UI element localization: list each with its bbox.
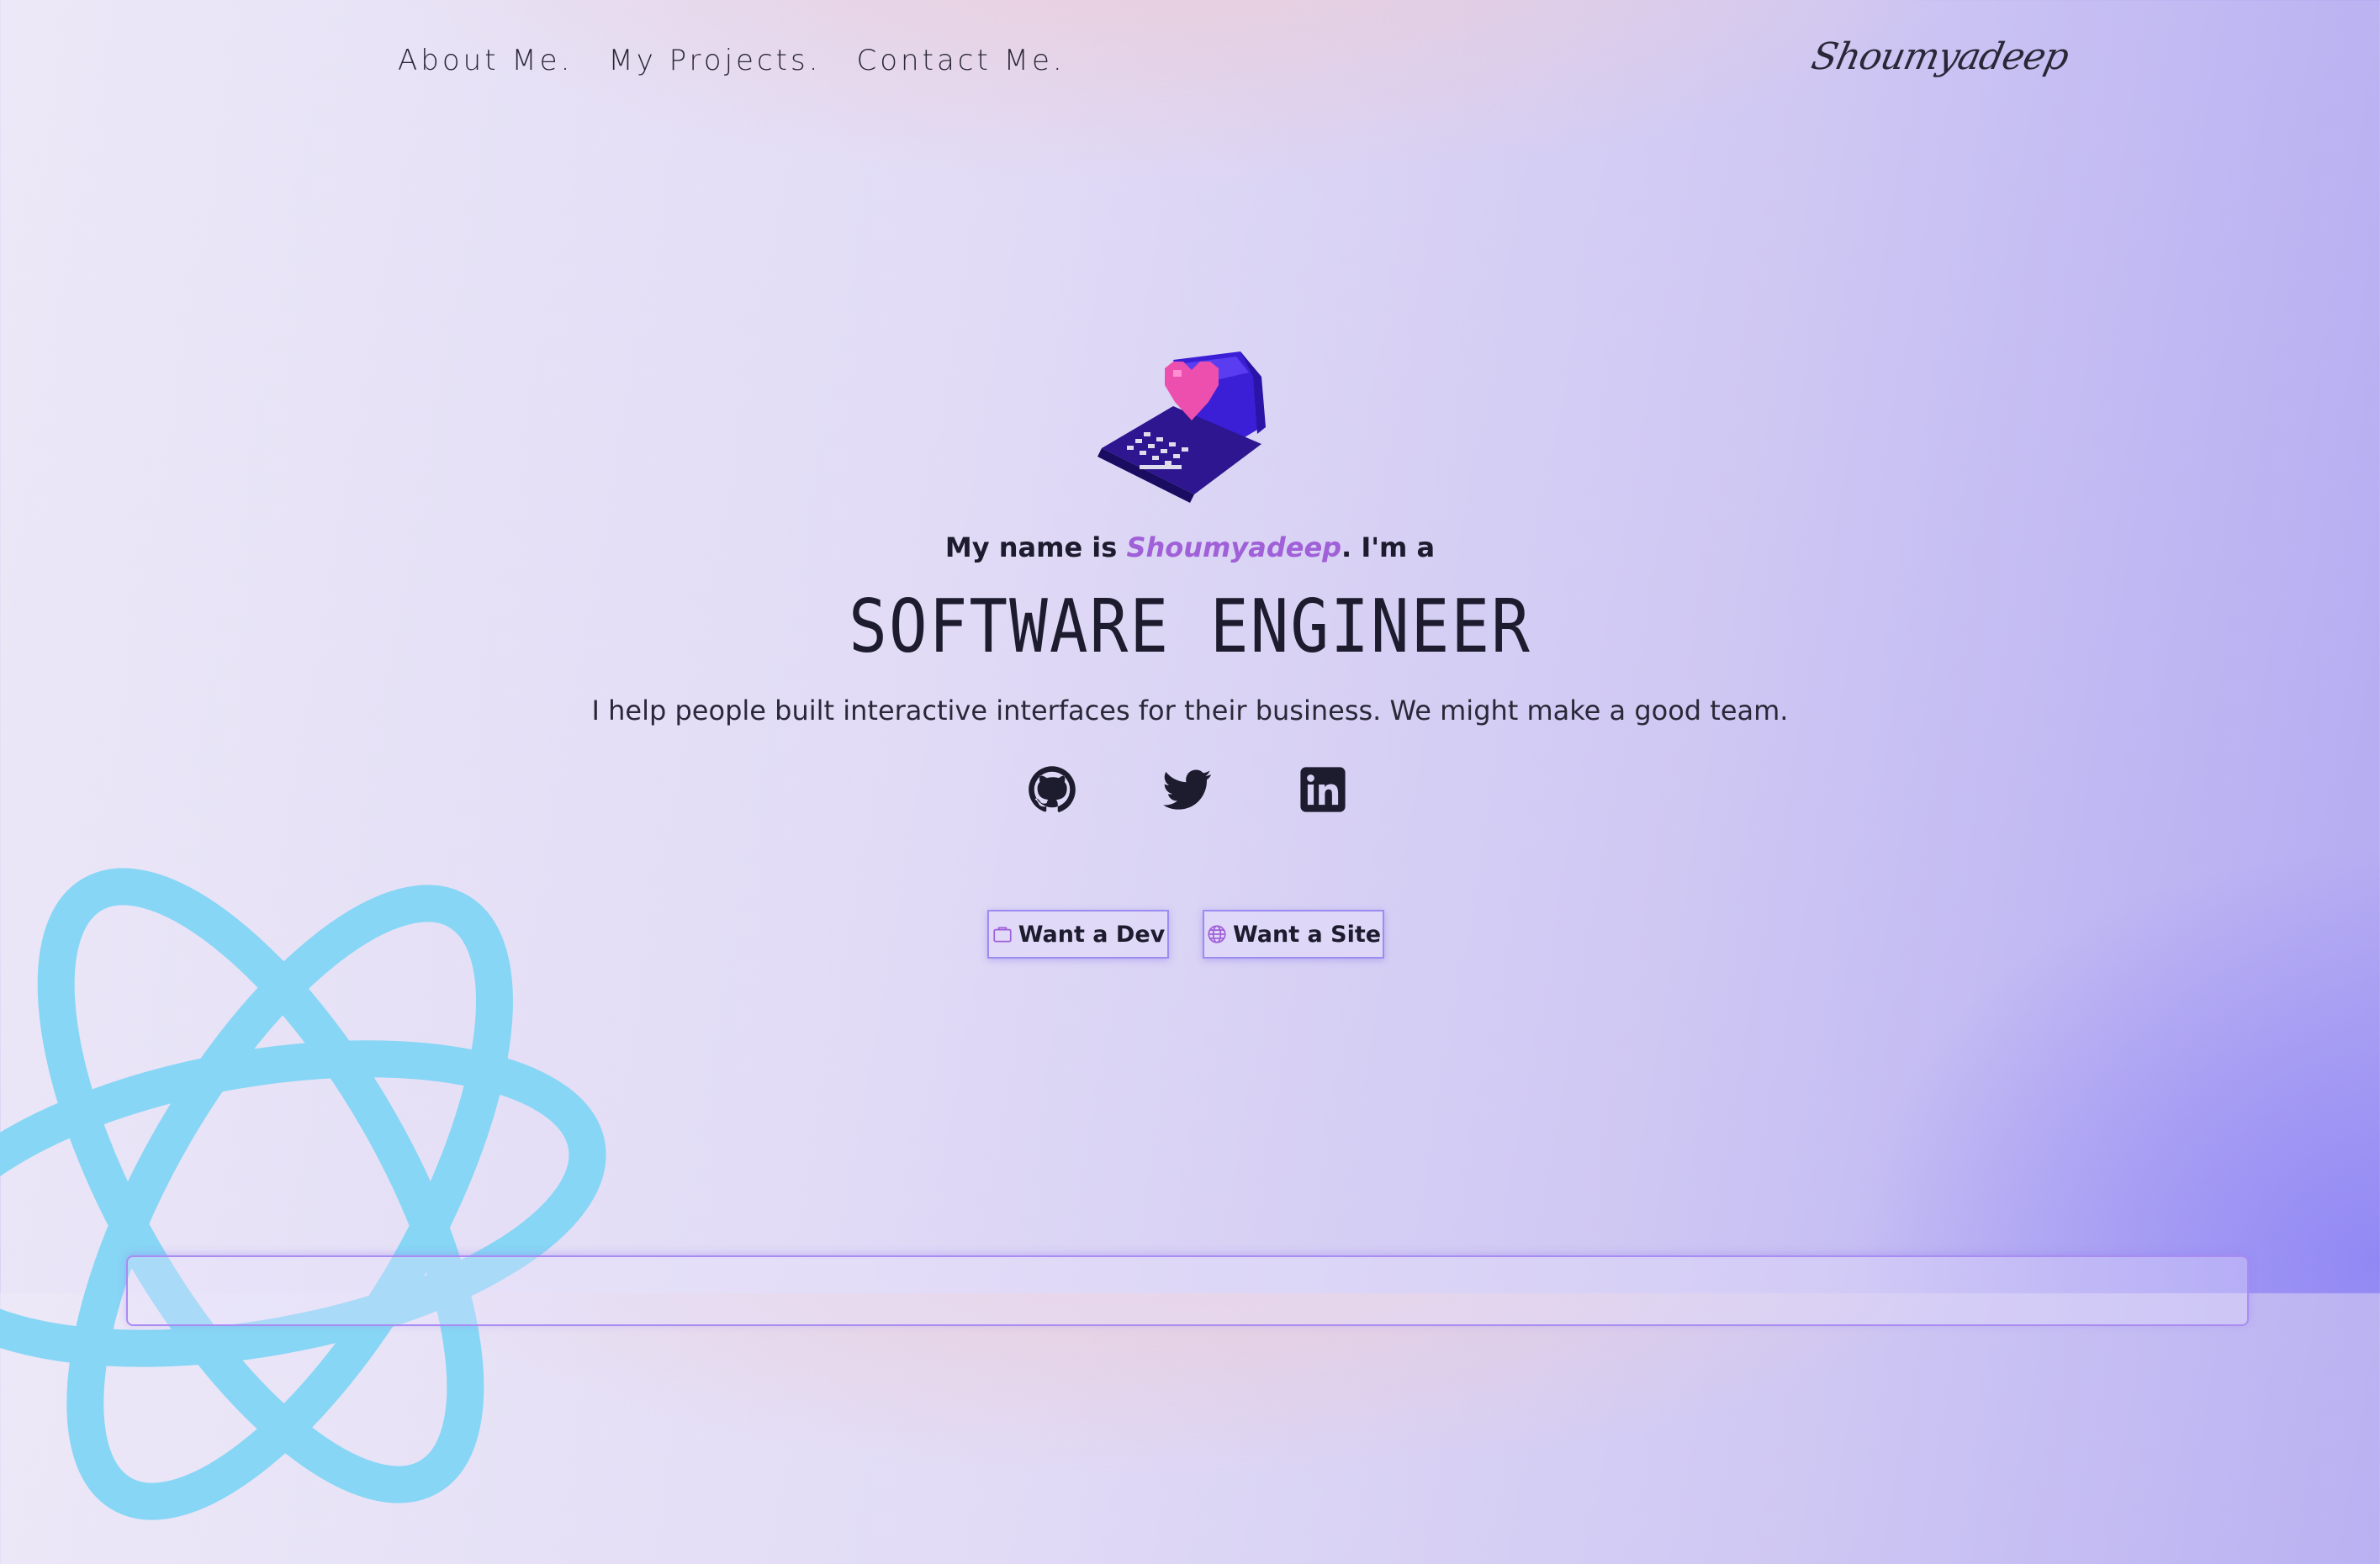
nav-contact-me[interactable]: Contact Me. bbox=[857, 44, 1066, 77]
github-icon bbox=[1029, 766, 1076, 812]
want-a-dev-label: Want a Dev bbox=[1018, 921, 1166, 948]
nav-about-me[interactable]: About Me. bbox=[398, 44, 573, 77]
twitter-link[interactable] bbox=[1163, 765, 1212, 814]
main-nav: About Me. My Projects. Contact Me. bbox=[398, 44, 1066, 77]
linkedin-icon bbox=[1300, 767, 1346, 812]
intro-line: My name is Shoumyadeep. I'm a bbox=[0, 531, 2380, 563]
want-a-dev-button[interactable]: Want a Dev bbox=[987, 910, 1169, 959]
nav-my-projects[interactable]: My Projects. bbox=[608, 44, 821, 77]
bottom-section-panel bbox=[126, 1255, 2249, 1326]
social-links bbox=[1028, 765, 1347, 814]
github-link[interactable] bbox=[1028, 765, 1076, 814]
briefcase-icon bbox=[993, 927, 1012, 943]
pixel-computer-heart-icon bbox=[1097, 351, 1266, 503]
want-a-site-button[interactable]: Want a Site bbox=[1203, 910, 1384, 959]
signature-logo[interactable]: Shoumyadeep bbox=[1808, 35, 2072, 78]
author-name: Shoumyadeep bbox=[1126, 531, 1342, 563]
react-logo-icon bbox=[0, 868, 606, 1520]
intro-suffix: . I'm a bbox=[1341, 531, 1436, 563]
intro-prefix: My name is bbox=[944, 531, 1127, 563]
want-a-site-label: Want a Site bbox=[1232, 921, 1382, 948]
twitter-icon bbox=[1163, 769, 1212, 810]
globe-icon bbox=[1208, 925, 1226, 943]
role-title: SOFTWARE ENGINEER bbox=[849, 583, 1531, 669]
linkedin-link[interactable] bbox=[1298, 765, 1347, 814]
tagline: I help people built interactive interfac… bbox=[591, 695, 1789, 727]
